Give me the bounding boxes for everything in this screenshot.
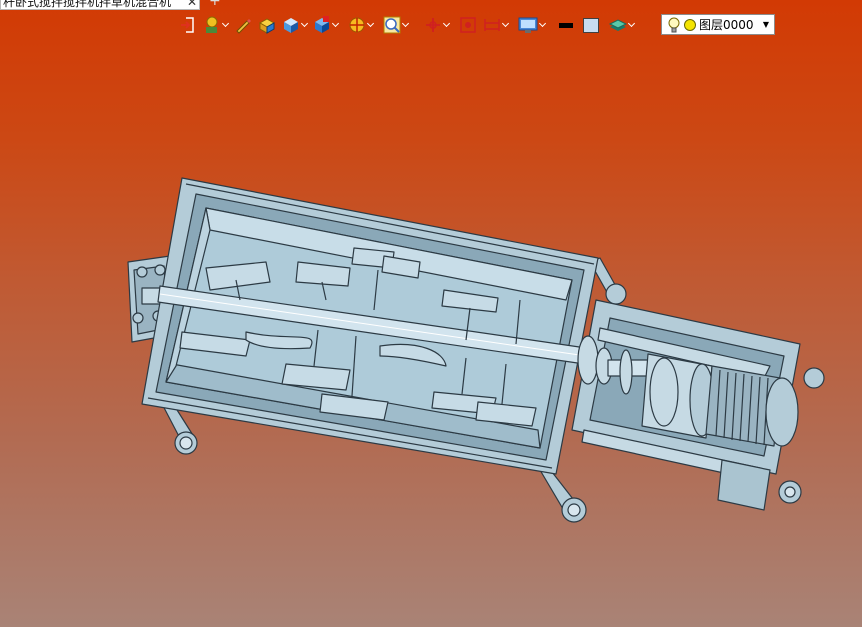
mixer-model[interactable]	[0, 0, 862, 627]
